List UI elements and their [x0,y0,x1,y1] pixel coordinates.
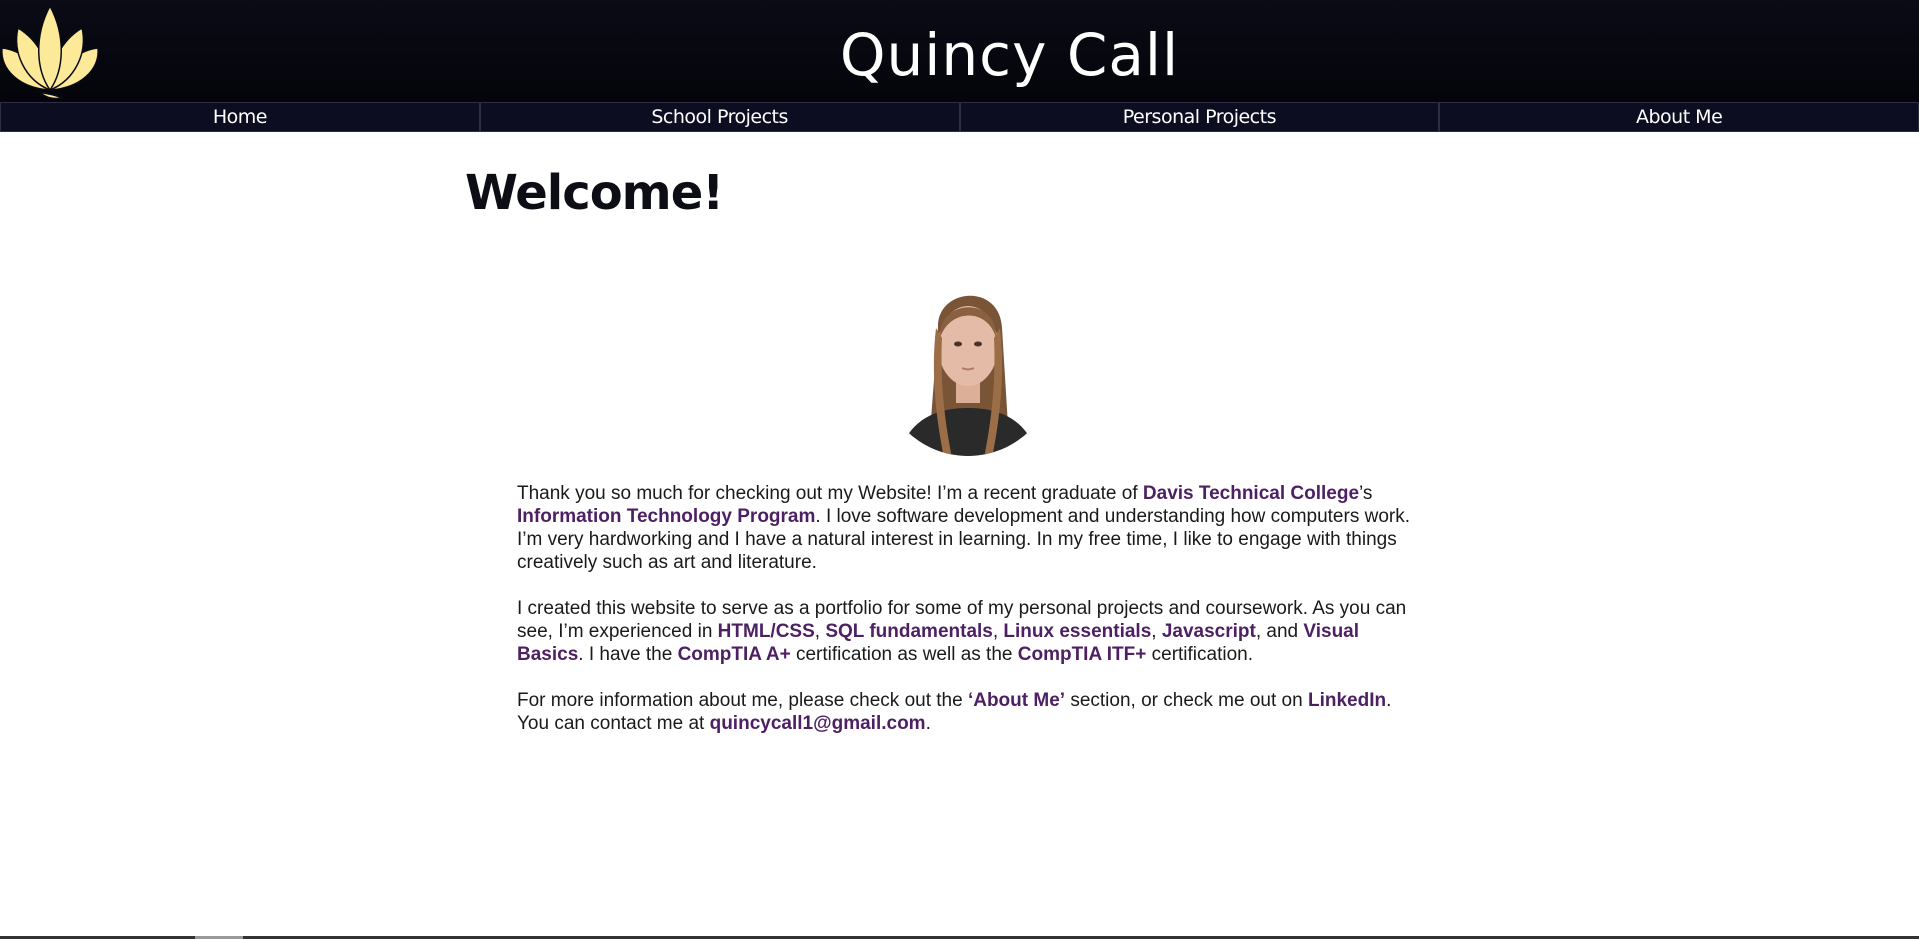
text: , [1151,621,1162,642]
link-it-program[interactable]: Information Technology Program [517,506,815,527]
nav-school-projects[interactable]: School Projects [479,102,960,132]
text: certification. [1146,644,1253,665]
intro-paragraph: Thank you so much for checking out my We… [517,482,1422,574]
contact-paragraph: For more information about me, please ch… [517,689,1422,735]
nav-about-me[interactable]: About Me [1439,102,1919,132]
main-nav: Home School Projects Personal Projects A… [0,102,1919,132]
text: For more information about me, please ch… [517,690,968,711]
text: . [925,713,931,734]
nav-school-projects-label: School Projects [651,106,788,128]
nav-personal-projects[interactable]: Personal Projects [959,102,1440,132]
site-header: Quincy Call [0,0,1919,102]
text: certification as well as the [790,644,1018,665]
site-title: Quincy Call [839,21,1180,89]
text: ’s [1359,483,1373,504]
text: , [814,621,826,642]
link-comptia-a-plus[interactable]: CompTIA A+ [678,644,791,665]
link-html-css[interactable]: HTML/CSS [718,621,815,642]
nav-personal-projects-label: Personal Projects [1122,106,1277,128]
nav-home[interactable]: Home [0,102,480,132]
text: Thank you so much for checking out my We… [517,483,1143,504]
text: . I have the [578,644,678,665]
text: , and [1255,621,1304,642]
text: , [992,621,1004,642]
link-linkedin[interactable]: LinkedIn [1308,690,1386,711]
link-email[interactable]: quincycall1@gmail.com [710,713,926,734]
link-davis-tech[interactable]: Davis Technical College [1143,483,1359,504]
link-linux[interactable]: Linux essentials [1003,621,1151,642]
link-javascript[interactable]: Javascript [1162,621,1256,642]
nav-home-label: Home [212,106,268,128]
page-heading: Welcome! [465,165,724,221]
skills-paragraph: I created this website to serve as a por… [517,597,1422,666]
link-about-me[interactable]: ‘About Me’ [968,690,1065,711]
profile-photo [880,280,1056,456]
text: section, or check me out on [1065,690,1308,711]
nav-about-me-label: About Me [1635,106,1723,128]
link-sql[interactable]: SQL fundamentals [825,621,993,642]
intro-content: Thank you so much for checking out my We… [517,482,1422,758]
link-comptia-itf-plus[interactable]: CompTIA ITF+ [1018,644,1147,665]
